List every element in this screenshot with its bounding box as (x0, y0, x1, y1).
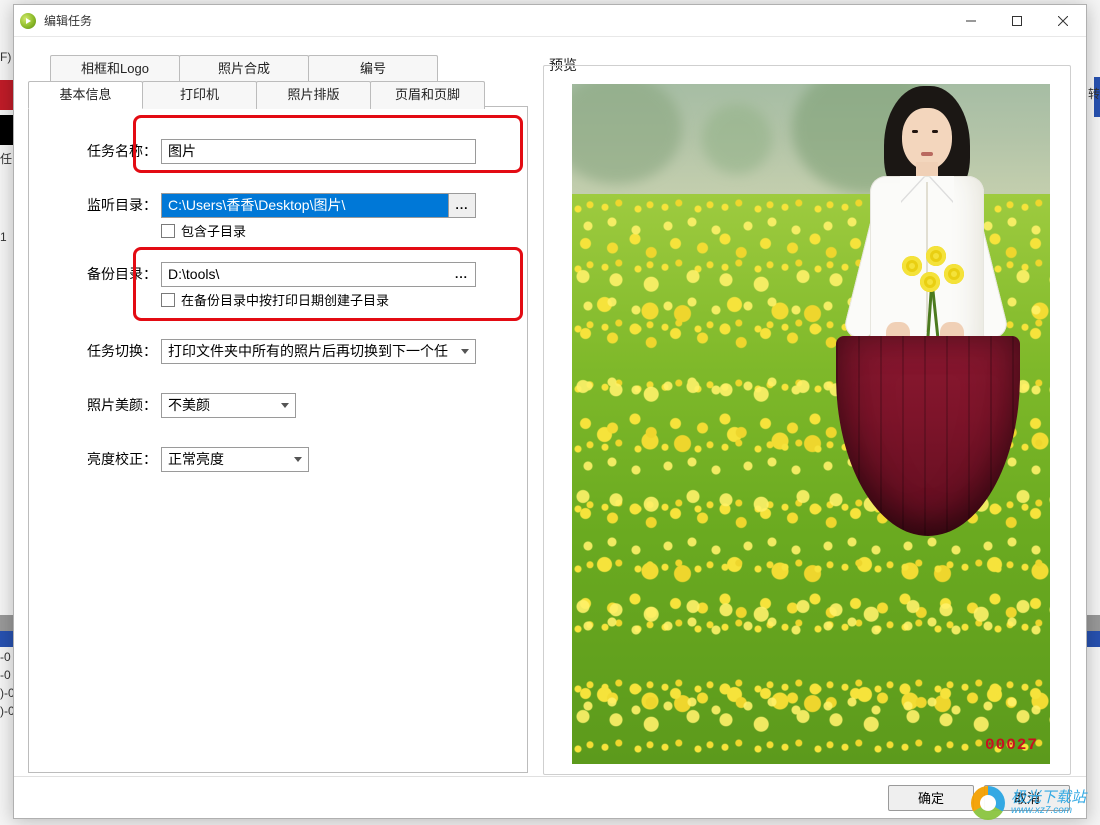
bg-text: -0 (0, 668, 11, 682)
backup-by-date-checkbox[interactable] (161, 293, 175, 307)
tab-composite[interactable]: 照片合成 (179, 55, 309, 81)
preview-frame: 00027 (543, 65, 1071, 775)
preview-image: 00027 (572, 84, 1050, 764)
ok-button[interactable]: 确定 (888, 785, 974, 811)
task-switch-label: 任务切换： (61, 341, 161, 361)
dialog-footer: 确定 取消 极光下载站 www.xz7.com (14, 776, 1086, 818)
app-icon (20, 13, 36, 29)
bg-text: -0 (0, 650, 11, 664)
tab-printer[interactable]: 打印机 (142, 81, 257, 109)
cancel-button[interactable]: 取消 (984, 785, 1070, 811)
tab-panel: 任务名称： 监听目录： ... 包含子目录 (28, 106, 528, 773)
beautify-select[interactable]: 不美颜 (161, 393, 296, 418)
task-switch-select[interactable]: 打印文件夹中所有的照片后再切换到下一个任 (161, 339, 476, 364)
window-title: 编辑任务 (44, 12, 92, 29)
beautify-value: 不美颜 (168, 395, 210, 415)
task-name-input[interactable] (161, 139, 476, 164)
backup-dir-browse-button[interactable]: ... (448, 262, 476, 287)
tab-numbering[interactable]: 编号 (308, 55, 438, 81)
listen-dir-input[interactable] (161, 193, 448, 218)
bg-text: 1 (0, 230, 7, 244)
listen-dir-browse-button[interactable]: ... (448, 193, 476, 218)
edit-task-dialog: 编辑任务 相框和Logo 照片合成 编号 基本信息 打印机 照片排版 (13, 4, 1087, 819)
minimize-button[interactable] (948, 5, 994, 37)
maximize-button[interactable] (994, 5, 1040, 37)
chevron-down-icon (294, 457, 302, 462)
bg-text: 转 (1088, 85, 1100, 102)
brightness-select[interactable]: 正常亮度 (161, 447, 309, 472)
preview-person-illustration (826, 84, 1016, 550)
bg-text: F) (0, 50, 11, 64)
brightness-label: 亮度校正： (61, 449, 161, 469)
backup-dir-label: 备份目录： (61, 264, 161, 284)
brightness-value: 正常亮度 (168, 449, 224, 469)
backup-by-date-label: 在备份目录中按打印日期创建子目录 (181, 290, 389, 309)
preview-number-stamp: 00027 (985, 736, 1038, 754)
preview-pane: 预览 00027 (541, 55, 1071, 775)
include-subdir-checkbox[interactable] (161, 224, 175, 238)
beautify-label: 照片美颜： (61, 395, 161, 415)
include-subdir-label: 包含子目录 (181, 221, 246, 240)
chevron-down-icon (461, 349, 469, 354)
task-switch-value: 打印文件夹中所有的照片后再切换到下一个任 (168, 341, 448, 361)
tab-basic-info[interactable]: 基本信息 (28, 81, 143, 109)
tab-header-footer[interactable]: 页眉和页脚 (370, 81, 485, 109)
backup-dir-input[interactable] (161, 262, 448, 287)
task-name-label: 任务名称： (61, 141, 161, 161)
settings-pane: 相框和Logo 照片合成 编号 基本信息 打印机 照片排版 页眉和页脚 任务名称… (28, 55, 528, 775)
bg-text: 任 (0, 150, 12, 167)
tab-layout[interactable]: 照片排版 (256, 81, 371, 109)
close-button[interactable] (1040, 5, 1086, 37)
chevron-down-icon (281, 403, 289, 408)
listen-dir-label: 监听目录： (61, 195, 161, 215)
titlebar[interactable]: 编辑任务 (14, 5, 1086, 37)
tab-frame-logo[interactable]: 相框和Logo (50, 55, 180, 81)
